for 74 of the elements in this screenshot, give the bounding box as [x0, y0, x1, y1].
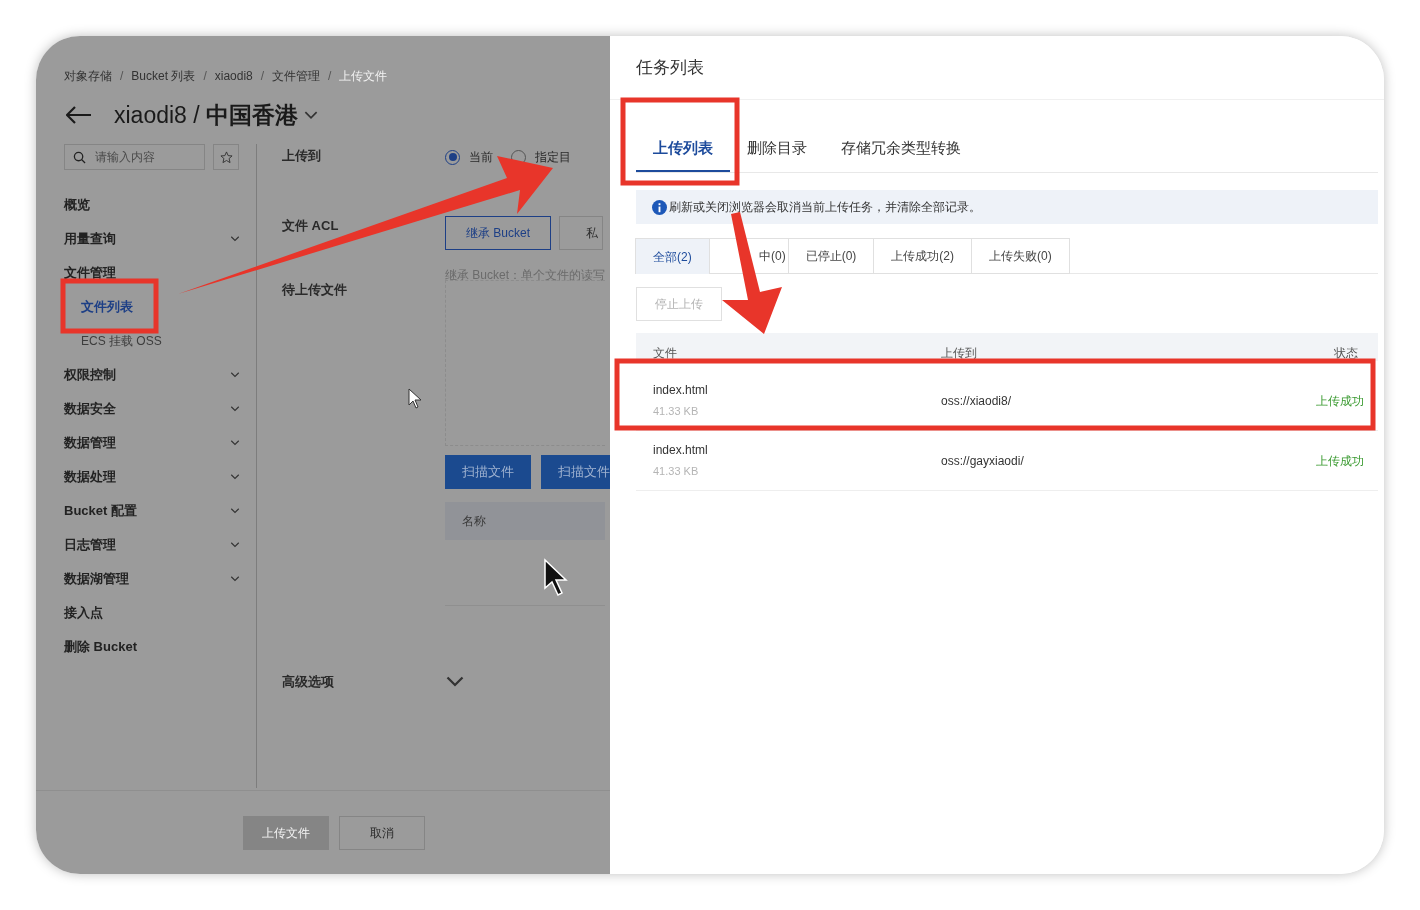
breadcrumb-link[interactable]: xiaodi8	[214, 67, 253, 85]
breadcrumb-link[interactable]: 对象存储	[64, 67, 112, 85]
footer-button[interactable]: 取消	[339, 815, 425, 850]
sidebar-item[interactable]: 接入点	[64, 603, 103, 623]
upload-target: oss://gayxiaodi/	[941, 452, 1025, 470]
sidebar-item[interactable]: 日志管理	[64, 535, 116, 555]
chevron-down-icon[interactable]	[445, 675, 465, 688]
filter-tab[interactable]: 全部(2)	[635, 238, 710, 274]
breadcrumb-separator: /	[120, 68, 124, 85]
form-label: 上传到	[282, 147, 322, 165]
file-name: index.html	[653, 442, 709, 460]
sidebar-item[interactable]: 概览	[64, 195, 90, 215]
breadcrumb-link[interactable]: 文件管理	[272, 67, 321, 85]
chevron-down-icon	[230, 474, 240, 480]
filter-tab[interactable]: 上传成功(2)	[873, 238, 972, 274]
info-icon	[652, 199, 667, 215]
chevron-down-icon	[230, 236, 240, 242]
chevron-down-icon	[230, 440, 240, 446]
cursor-icon	[408, 388, 422, 409]
scan-button[interactable]: 扫描文件	[541, 455, 610, 489]
sidebar-subitem[interactable]: 文件列表	[81, 297, 133, 317]
sidebar-item[interactable]: 删除 Bucket	[64, 637, 137, 657]
file-size: 41.33 KB	[653, 464, 700, 480]
sidebar-subitem[interactable]: ECS 挂载 OSS	[81, 332, 162, 350]
radio-option[interactable]: 当前	[445, 148, 493, 166]
chevron-down-icon	[230, 406, 240, 412]
favorite-button[interactable]	[213, 144, 239, 170]
dropdown-chevron-icon[interactable]	[304, 110, 319, 120]
status-text: 上传成功	[1316, 452, 1364, 470]
breadcrumb-separator: /	[260, 68, 265, 85]
drawer-title: 任务列表	[636, 56, 704, 79]
page-title: xiaodi8 / 中国香港	[114, 100, 299, 130]
sidebar-item[interactable]: 数据湖管理	[64, 569, 129, 589]
tab[interactable]: 上传列表	[636, 127, 730, 172]
file-size: 41.33 KB	[653, 404, 700, 420]
status-text: 上传成功	[1316, 392, 1364, 410]
star-icon	[219, 150, 233, 164]
breadcrumb-separator: /	[203, 68, 207, 85]
acl-option-button[interactable]: 私	[559, 216, 603, 250]
sidebar-item[interactable]: 数据处理	[64, 467, 116, 487]
sidebar-item[interactable]: 文件管理	[64, 263, 116, 283]
sidebar-item[interactable]: 用量查询	[64, 229, 116, 249]
column-header: 上传到	[941, 345, 978, 361]
sidebar-item[interactable]: 数据安全	[64, 399, 116, 419]
breadcrumb-separator: /	[328, 68, 332, 85]
file-name: index.html	[653, 382, 709, 400]
form-label: 高级选项	[282, 673, 335, 691]
filter-tab[interactable]: 已停止(0)	[787, 238, 875, 274]
column-header: 文件	[653, 345, 678, 361]
tab[interactable]: 存储冗余类型转换	[824, 127, 978, 172]
search-icon	[73, 151, 86, 164]
chevron-down-icon	[230, 508, 240, 514]
chevron-down-icon	[230, 576, 240, 582]
form-label: 文件 ACL	[282, 217, 340, 235]
tab[interactable]: 删除目录	[730, 127, 824, 172]
sidebar-item[interactable]: 数据管理	[64, 433, 116, 453]
stop-upload-button: 停止上传	[636, 287, 722, 321]
acl-option-button[interactable]: 继承 Bucket	[445, 216, 551, 250]
chevron-down-icon	[230, 372, 240, 378]
scan-button[interactable]: 扫描文件	[445, 455, 531, 489]
form-label: 待上传文件	[282, 281, 348, 299]
chevron-down-icon	[230, 542, 240, 548]
notice-text: 刷新或关闭浏览器会取消当前上传任务，并清除全部记录。	[669, 199, 981, 216]
cursor-icon	[544, 558, 568, 596]
sidebar-item[interactable]: 权限控制	[64, 365, 116, 385]
breadcrumb-link[interactable]: Bucket 列表	[131, 67, 196, 85]
column-header: 状态	[1334, 345, 1358, 361]
back-arrow-icon[interactable]	[66, 106, 92, 124]
sidebar-item[interactable]: Bucket 配置	[64, 501, 137, 521]
column-header: 名称	[462, 513, 486, 530]
upload-target: oss://xiaodi8/	[941, 392, 1013, 410]
filter-tab[interactable]: 上传失败(0)	[971, 238, 1070, 274]
search-field[interactable]: 请输入内容	[64, 144, 205, 170]
footer-button: 上传文件	[243, 815, 329, 850]
